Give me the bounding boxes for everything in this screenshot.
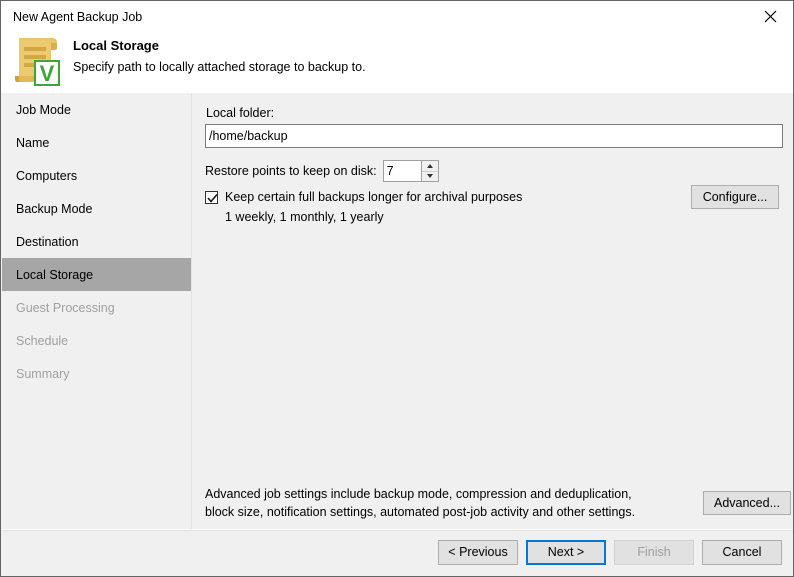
- sidebar-item-label: Computers: [16, 168, 78, 183]
- advanced-button[interactable]: Advanced...: [703, 491, 791, 515]
- sidebar-item-local-storage[interactable]: Local Storage: [2, 258, 191, 291]
- sidebar-item-label: Local Storage: [16, 267, 94, 282]
- footer-button-group: < Previous Next > Finish Cancel: [438, 540, 782, 565]
- sidebar-item-job-mode[interactable]: Job Mode: [2, 93, 191, 126]
- configure-button[interactable]: Configure...: [691, 185, 779, 209]
- wizard-sidebar: Job Mode Name Computers Backup Mode Dest…: [2, 93, 191, 529]
- keep-full-backups-row[interactable]: Keep certain full backups longer for arc…: [205, 190, 522, 204]
- chevron-down-icon: [426, 174, 433, 179]
- retention-note: 1 weekly, 1 monthly, 1 yearly: [225, 210, 384, 224]
- sidebar-item-schedule: Schedule: [2, 324, 191, 357]
- sidebar-item-label: Job Mode: [16, 102, 71, 117]
- sidebar-item-backup-mode[interactable]: Backup Mode: [2, 192, 191, 225]
- dialog-window: New Agent Backup Job V Local Storage Spe…: [0, 0, 794, 577]
- sidebar-item-guest-processing: Guest Processing: [2, 291, 191, 324]
- restore-points-label: Restore points to keep on disk:: [205, 164, 377, 178]
- stepper-buttons: [420, 161, 438, 182]
- dialog-header: V Local Storage Specify path to locally …: [1, 33, 793, 93]
- checkmark-icon: [207, 193, 218, 203]
- sidebar-item-label: Name: [16, 135, 50, 150]
- sidebar-divider: [191, 93, 192, 529]
- stepper-increment-button[interactable]: [421, 161, 438, 172]
- dialog-footer: < Previous Next > Finish Cancel: [1, 529, 793, 576]
- restore-points-stepper[interactable]: [382, 160, 439, 182]
- advanced-description-line2: block size, notification settings, autom…: [205, 505, 636, 519]
- next-button[interactable]: Next >: [526, 540, 606, 565]
- page-subtitle: Specify path to locally attached storage…: [73, 60, 366, 74]
- finish-button: Finish: [614, 540, 694, 565]
- footer-separator: [1, 530, 793, 531]
- title-bar: New Agent Backup Job: [1, 1, 793, 33]
- local-folder-label: Local folder:: [206, 106, 275, 120]
- window-title: New Agent Backup Job: [13, 10, 143, 24]
- sidebar-item-name[interactable]: Name: [2, 126, 191, 159]
- advanced-description-line1: Advanced job settings include backup mod…: [205, 487, 632, 501]
- chevron-up-icon: [426, 163, 433, 168]
- keep-full-backups-label: Keep certain full backups longer for arc…: [225, 190, 523, 204]
- restore-points-input[interactable]: [383, 164, 420, 178]
- sidebar-item-label: Summary: [16, 366, 70, 381]
- advanced-description: Advanced job settings include backup mod…: [205, 485, 635, 521]
- sidebar-item-label: Guest Processing: [16, 300, 115, 315]
- local-folder-input[interactable]: [205, 124, 783, 148]
- stepper-decrement-button[interactable]: [422, 172, 438, 182]
- sidebar-item-destination[interactable]: Destination: [2, 225, 191, 258]
- sidebar-item-summary: Summary: [2, 357, 191, 390]
- previous-button[interactable]: < Previous: [438, 540, 518, 565]
- sidebar-item-computers[interactable]: Computers: [2, 159, 191, 192]
- close-icon[interactable]: [748, 1, 793, 32]
- sidebar-item-label: Backup Mode: [16, 201, 93, 216]
- sidebar-item-label: Destination: [16, 234, 79, 249]
- dialog-body: Job Mode Name Computers Backup Mode Dest…: [1, 93, 793, 529]
- backup-job-scroll-icon: V: [11, 34, 65, 86]
- cancel-button[interactable]: Cancel: [702, 540, 782, 565]
- content-panel: Local folder: Restore points to keep on …: [193, 93, 793, 529]
- restore-points-row: Restore points to keep on disk:: [205, 160, 439, 182]
- keep-full-backups-checkbox[interactable]: [205, 190, 218, 204]
- page-title: Local Storage: [73, 38, 159, 53]
- svg-text:V: V: [40, 61, 55, 86]
- sidebar-item-label: Schedule: [16, 333, 69, 348]
